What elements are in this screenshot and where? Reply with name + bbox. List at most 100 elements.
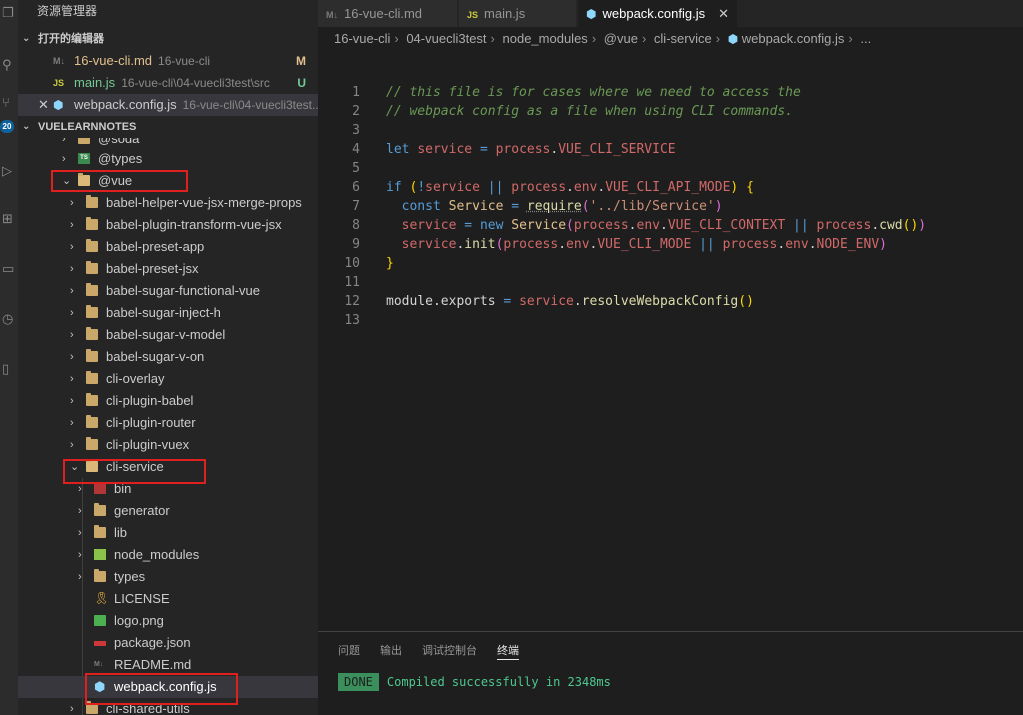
breadcrumb-item[interactable]: @vue: [604, 31, 638, 46]
folder-icon: [86, 283, 98, 296]
folder-icon: [86, 349, 98, 362]
tab-output[interactable]: 输出: [380, 642, 402, 660]
chevron-right-icon: ›: [70, 373, 74, 385]
tree-folder[interactable]: › babel-sugar-inject-h: [18, 302, 318, 324]
tree-folder[interactable]: ⌄ cli-service: [18, 456, 318, 478]
tree-folder[interactable]: › node_modules: [18, 544, 318, 566]
tree-file[interactable]: package.json: [18, 632, 318, 654]
folder-icon: [86, 239, 98, 252]
chevron-right-icon: ›: [70, 417, 74, 429]
chevron-right-icon: ›: [78, 571, 82, 583]
tree-folder[interactable]: › babel-preset-app: [18, 236, 318, 258]
tree-folder[interactable]: › cli-shared-utils: [18, 698, 318, 715]
open-editor-name: main.js: [74, 75, 116, 90]
lib-folder-icon: [94, 525, 106, 538]
open-editor-item[interactable]: JS main.js 16-vue-cli\04-vuecli3test\src …: [18, 72, 318, 94]
breadcrumb-item[interactable]: 16-vue-cli: [334, 31, 390, 46]
tree-folder[interactable]: › TS @types: [18, 148, 318, 170]
chevron-right-icon: ›: [715, 31, 721, 46]
panel-icon[interactable]: ▯: [0, 358, 18, 380]
tree-folder[interactable]: › babel-helper-vue-jsx-merge-props: [18, 192, 318, 214]
code-line: 11: [344, 275, 360, 290]
tree-file-selected[interactable]: ⬢ webpack.config.js: [18, 676, 318, 698]
chevron-right-icon: ›: [70, 263, 74, 275]
breadcrumb-item[interactable]: ...: [860, 31, 871, 46]
tree-folder[interactable]: › types: [18, 566, 318, 588]
tab-debug-console[interactable]: 调试控制台: [422, 642, 477, 660]
folder-icon: [86, 327, 98, 340]
timeline-icon[interactable]: ◷: [0, 308, 18, 330]
search-icon[interactable]: ⚲: [0, 54, 18, 76]
tree-folder[interactable]: › cli-plugin-vuex: [18, 434, 318, 456]
tab-main-js[interactable]: JS main.js: [459, 0, 577, 27]
chevron-right-icon: ›: [641, 31, 647, 46]
open-editor-path: 16-vue-cli: [158, 54, 211, 68]
code-editor[interactable]: 1// this file is for cases where we need…: [318, 51, 1023, 631]
folder-icon: [94, 569, 106, 582]
javascript-icon: JS: [467, 10, 479, 20]
tab-16-vue-cli-md[interactable]: M↓ 16-vue-cli.md: [318, 0, 458, 27]
npm-icon: [94, 641, 106, 646]
folder-icon: [86, 305, 98, 318]
open-editor-path: 16-vue-cli\04-vuecli3test...: [182, 98, 318, 112]
tab-problems[interactable]: 问题: [338, 642, 360, 660]
chevron-right-icon: ›: [394, 31, 399, 46]
file-tree: › @soda › TS @types ⌄ @vue › babel-helper…: [18, 138, 318, 715]
chevron-right-icon: ›: [70, 197, 74, 209]
tree-folder[interactable]: › babel-preset-jsx: [18, 258, 318, 280]
folder-icon: [86, 437, 98, 450]
project-header[interactable]: ⌄ VUELEARNNOTES: [18, 116, 318, 138]
node-modules-folder-icon: [94, 549, 106, 560]
chevron-right-icon: ›: [490, 31, 495, 46]
tree-file[interactable]: 🎗 LICENSE: [18, 588, 318, 610]
close-icon[interactable]: ✕: [38, 94, 49, 116]
folder-icon: [86, 393, 98, 406]
remote-icon[interactable]: ▭: [0, 258, 18, 280]
chevron-down-icon: ⌄: [62, 175, 72, 187]
tree-folder[interactable]: › babel-sugar-v-model: [18, 324, 318, 346]
folder-icon: [86, 195, 98, 208]
chevron-right-icon: ›: [78, 527, 82, 539]
chevron-right-icon: ›: [70, 329, 74, 341]
open-editor-path: 16-vue-cli\04-vuecli3test\src: [121, 76, 270, 90]
folder-icon: [86, 261, 98, 274]
code-line: 8 service = new Service(process.env.VUE_…: [352, 218, 927, 233]
tree-folder[interactable]: › bin: [18, 478, 318, 500]
tree-folder[interactable]: › cli-plugin-router: [18, 412, 318, 434]
tree-folder[interactable]: › babel-sugar-functional-vue: [18, 280, 318, 302]
open-editor-item[interactable]: ✕ ⬢ webpack.config.js 16-vue-cli\04-vuecl…: [18, 94, 318, 116]
chevron-right-icon: ›: [70, 307, 74, 319]
tree-folder[interactable]: › babel-sugar-v-on: [18, 346, 318, 368]
tree-folder[interactable]: ⌄ @vue: [18, 170, 318, 192]
open-editor-item[interactable]: M↓ 16-vue-cli.md 16-vue-cli M: [18, 50, 318, 72]
source-control-icon[interactable]: ⑂: [0, 92, 18, 114]
tree-folder[interactable]: › cli-plugin-babel: [18, 390, 318, 412]
editor-tabs: M↓ 16-vue-cli.md JS main.js ⬢ webpack.confi…: [318, 0, 1023, 27]
tree-file[interactable]: M↓ README.md: [18, 654, 318, 676]
extensions-icon[interactable]: ⊞: [0, 208, 18, 230]
done-badge: DONE: [338, 673, 379, 691]
tree-file[interactable]: logo.png: [18, 610, 318, 632]
explorer-sidebar: 资源管理器 ⌄ 打开的编辑器 M↓ 16-vue-cli.md 16-vue-cl…: [18, 0, 318, 715]
source-control-badge: 20: [0, 120, 14, 133]
chevron-right-icon: ›: [70, 703, 74, 715]
breadcrumb-item[interactable]: node_modules: [503, 31, 588, 46]
breadcrumb-item[interactable]: 04-vuecli3test: [406, 31, 486, 46]
code-line: 9 service.init(process.env.VUE_CLI_MODE …: [352, 237, 887, 252]
tree-folder[interactable]: › lib: [18, 522, 318, 544]
open-editors-header[interactable]: ⌄ 打开的编辑器: [18, 28, 318, 50]
tab-terminal[interactable]: 终端: [497, 642, 519, 660]
breadcrumb-item[interactable]: webpack.config.js: [742, 31, 845, 46]
bottom-panel: 问题 输出 调试控制台 终端 DONE Compiled successfully…: [318, 631, 1023, 715]
tree-folder[interactable]: › generator: [18, 500, 318, 522]
files-icon[interactable]: ❐: [0, 2, 18, 24]
folder-icon: [86, 217, 98, 230]
tab-webpack-config-js[interactable]: ⬢ webpack.config.js ✕: [578, 0, 738, 27]
terminal-output[interactable]: DONE Compiled successfully in 2348ms: [338, 673, 611, 691]
tree-folder[interactable]: › babel-plugin-transform-vue-jsx: [18, 214, 318, 236]
run-debug-icon[interactable]: ▷: [0, 160, 18, 182]
untracked-badge: U: [297, 76, 306, 90]
breadcrumb-item[interactable]: cli-service: [654, 31, 712, 46]
close-icon[interactable]: ✕: [718, 0, 729, 27]
tree-folder[interactable]: › cli-overlay: [18, 368, 318, 390]
